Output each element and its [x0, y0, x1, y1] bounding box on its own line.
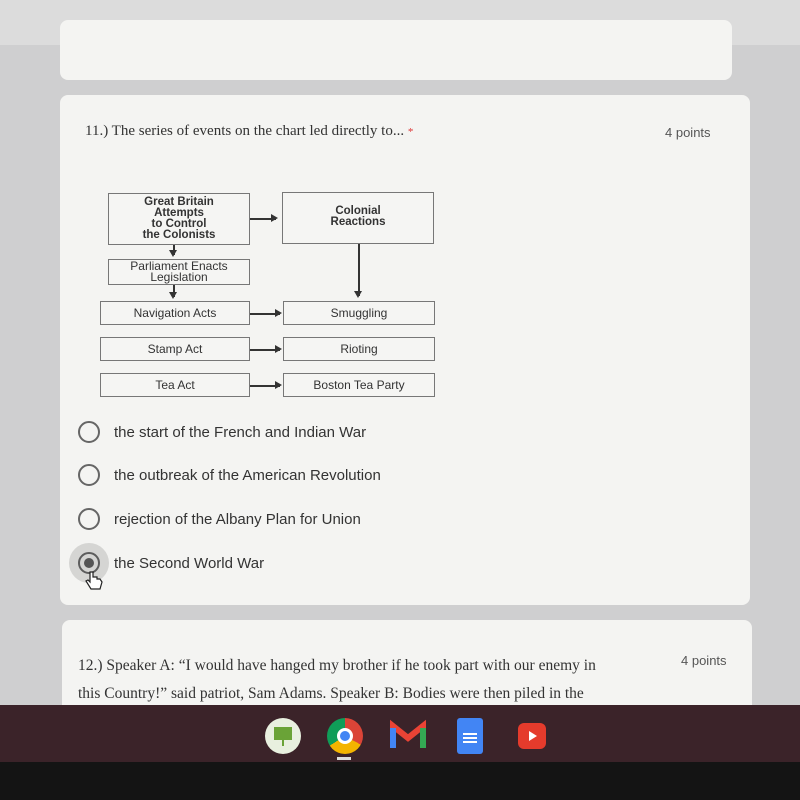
radio-button[interactable]	[78, 464, 100, 486]
hand-cursor-icon	[85, 571, 103, 590]
arrow-down	[170, 245, 176, 257]
arrow-down	[355, 244, 361, 298]
question-text: 11.) The series of events on the chart l…	[85, 123, 405, 139]
question-line: 12.) Speaker A: “I would have hanged my …	[78, 657, 596, 674]
option-label: the start of the French and Indian War	[114, 423, 367, 441]
points-label: 4 points	[665, 125, 711, 140]
box-rioting: Rioting	[283, 337, 435, 361]
radio-button[interactable]	[78, 508, 100, 530]
question-line: this Country!” said patriot, Sam Adams. …	[78, 685, 584, 702]
question-12-text: 12.) Speaker A: “I would have hanged my …	[78, 652, 668, 708]
box-smuggling: Smuggling	[283, 301, 435, 325]
youtube-icon[interactable]	[518, 723, 546, 749]
question-title: 11.) The series of events on the chart l…	[85, 123, 413, 140]
arrow-right	[250, 346, 282, 352]
option-label: rejection of the Albany Plan for Union	[114, 510, 361, 528]
classroom-screen-icon[interactable]	[265, 718, 301, 754]
arrow-right	[250, 215, 278, 221]
option-american-revolution[interactable]: the outbreak of the American Revolution	[78, 464, 381, 486]
chrome-icon[interactable]	[327, 718, 363, 754]
arrow-right	[250, 310, 282, 316]
box-navigation-acts: Navigation Acts	[100, 301, 250, 325]
arrow-right	[250, 382, 282, 388]
radio-button[interactable]	[78, 421, 100, 443]
active-indicator	[337, 757, 351, 760]
box-tea-act: Tea Act	[100, 373, 250, 397]
previous-question-card	[60, 20, 732, 80]
box-text: Legislation	[150, 270, 208, 284]
box-colonial-reactions: Colonial Reactions	[282, 192, 434, 244]
option-albany-plan[interactable]: rejection of the Albany Plan for Union	[78, 508, 361, 530]
arrow-down	[170, 285, 176, 299]
option-second-world-war[interactable]: the Second World War	[69, 543, 265, 583]
box-great-britain: Great Britain Attempts to Control the Co…	[108, 193, 250, 245]
taskbar	[0, 705, 800, 762]
points-label: 4 points	[681, 653, 727, 668]
option-french-indian-war[interactable]: the start of the French and Indian War	[78, 421, 366, 443]
box-stamp-act: Stamp Act	[100, 337, 250, 361]
box-boston-tea-party: Boston Tea Party	[283, 373, 435, 397]
box-text: the Colonists	[142, 229, 216, 241]
gmail-icon[interactable]	[390, 718, 426, 754]
docs-icon[interactable]	[457, 718, 483, 754]
option-label: the outbreak of the American Revolution	[114, 466, 381, 484]
box-text: Reactions	[330, 216, 386, 228]
screen-bezel	[0, 762, 800, 800]
required-mark: *	[407, 126, 414, 138]
box-parliament: Parliament Enacts Legislation	[108, 259, 250, 285]
option-label: the Second World War	[114, 554, 265, 572]
